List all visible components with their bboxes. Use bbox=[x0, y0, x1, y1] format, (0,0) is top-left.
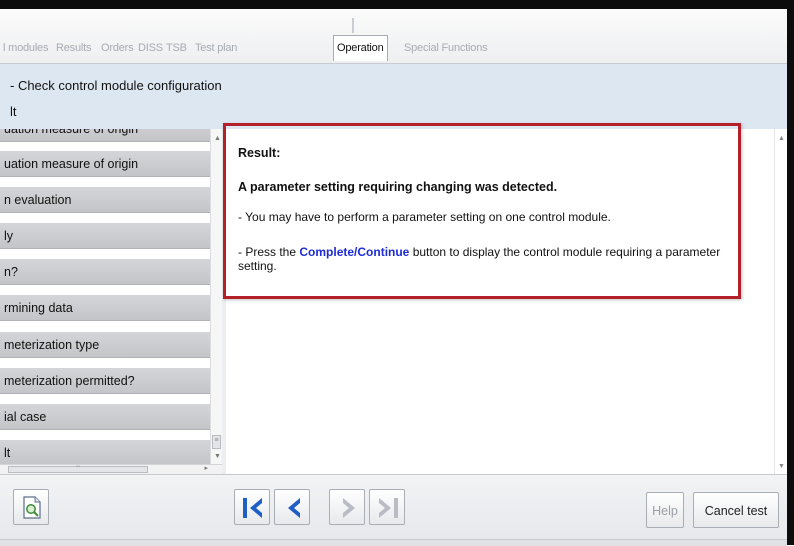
step-list-item[interactable]: n evaluation bbox=[0, 187, 210, 213]
scroll-up-arrow-icon[interactable]: ▲ bbox=[778, 135, 785, 142]
step-list-item[interactable]: uation measure of origin bbox=[0, 151, 210, 177]
step-list-panel: uation measure of origin uation measure … bbox=[0, 129, 223, 474]
tab-control-modules[interactable]: l modules bbox=[0, 37, 51, 59]
step-list-item[interactable]: lt bbox=[0, 440, 210, 466]
result-highlight-frame bbox=[223, 123, 741, 299]
document-search-button[interactable] bbox=[13, 489, 49, 525]
tab-bar: l modules Results Orders DISS TSB Test p… bbox=[0, 9, 787, 64]
step-list-item[interactable]: ial case bbox=[0, 404, 210, 430]
horizontal-scroll-thumb[interactable]: ''' bbox=[8, 466, 148, 473]
tabbar-divider bbox=[352, 18, 354, 33]
tab-test-plan[interactable]: Test plan bbox=[192, 37, 240, 59]
tab-diss[interactable]: DISS bbox=[135, 37, 166, 59]
tab-operation[interactable]: Operation bbox=[333, 35, 388, 61]
tab-orders[interactable]: Orders bbox=[98, 37, 136, 59]
step-list-horizontal-scrollbar[interactable]: ''' ▸ bbox=[0, 464, 222, 474]
scroll-down-arrow-icon[interactable]: ▼ bbox=[778, 463, 785, 470]
scroll-right-arrow-icon[interactable]: ▸ bbox=[204, 464, 208, 472]
chevron-left-icon bbox=[281, 495, 307, 521]
step-list-item[interactable]: ly bbox=[0, 223, 210, 249]
scroll-up-arrow-icon[interactable]: ▲ bbox=[214, 135, 221, 142]
scroll-down-arrow-icon[interactable]: ▼ bbox=[214, 453, 221, 460]
operation-subtitle: lt bbox=[10, 104, 17, 119]
operation-header: - Check control module configuration lt bbox=[0, 64, 787, 130]
document-search-icon bbox=[21, 496, 43, 523]
skip-to-first-icon bbox=[240, 495, 266, 521]
step-list-item[interactable]: rmining data bbox=[0, 295, 210, 321]
scroll-thumb[interactable]: ≡ bbox=[212, 435, 221, 449]
step-list-item[interactable]: uation measure of origin bbox=[0, 129, 210, 142]
chevron-right-icon bbox=[336, 495, 362, 521]
last-step-button[interactable] bbox=[369, 489, 405, 525]
previous-step-button[interactable] bbox=[274, 489, 310, 525]
next-step-button[interactable] bbox=[329, 489, 365, 525]
step-list-item[interactable]: n? bbox=[0, 259, 210, 285]
tab-special-functions[interactable]: Special Functions bbox=[401, 37, 490, 59]
operation-title: - Check control module configuration bbox=[10, 78, 222, 93]
step-list-item[interactable]: meterization permitted? bbox=[0, 368, 210, 394]
result-vertical-scrollbar[interactable]: ▲ ▼ bbox=[774, 129, 787, 474]
help-button[interactable]: Help bbox=[646, 492, 684, 528]
step-list-item[interactable]: meterization type bbox=[0, 332, 210, 358]
skip-to-last-icon bbox=[375, 495, 401, 521]
tab-results[interactable]: Results bbox=[53, 37, 94, 59]
cancel-test-button[interactable]: Cancel test bbox=[693, 492, 779, 528]
tab-tsb[interactable]: TSB bbox=[163, 37, 190, 59]
first-step-button[interactable] bbox=[234, 489, 270, 525]
